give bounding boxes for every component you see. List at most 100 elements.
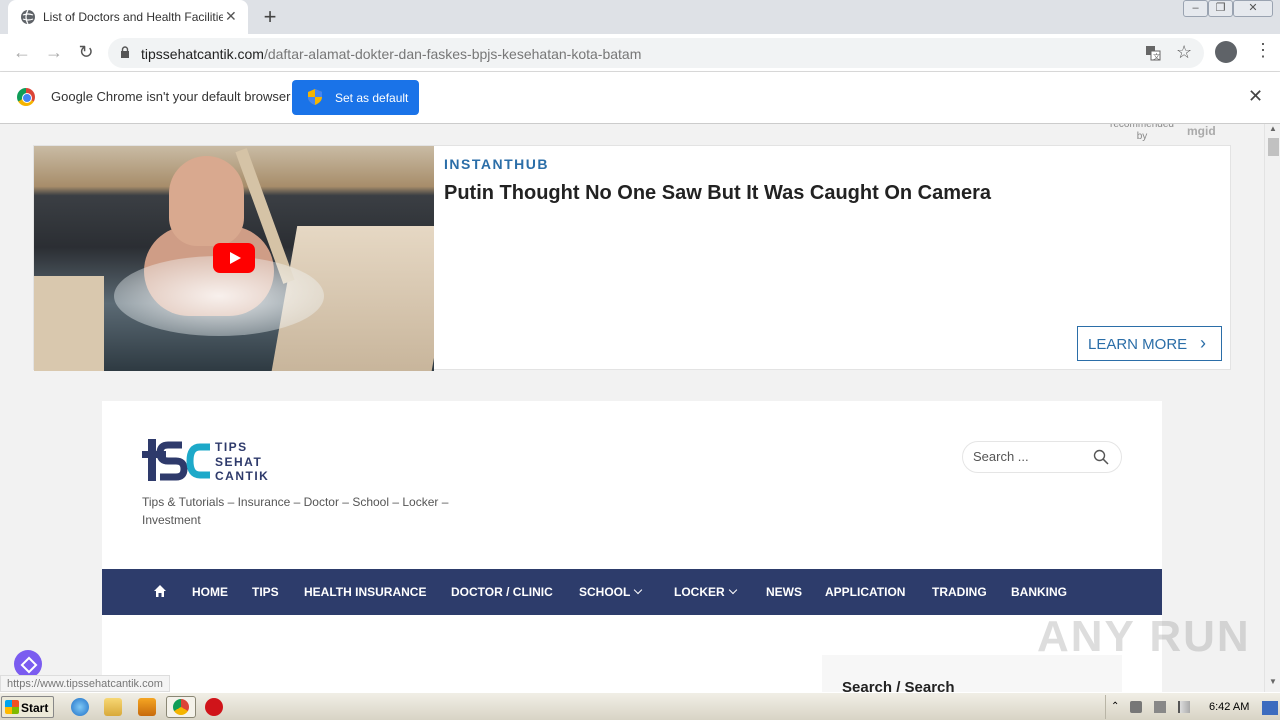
svg-text:文: 文 (1153, 52, 1160, 61)
nav-item-health-insurance[interactable]: HEALTH INSURANCE (304, 585, 426, 599)
globe-icon (21, 9, 35, 25)
learn-more-label: LEARN MORE (1088, 336, 1188, 353)
address-bar[interactable]: tipssehatcantik.com/daftar-alamat-dokter… (108, 38, 1204, 68)
nav-item-doctor-clinic[interactable]: DOCTOR / CLINIC (451, 585, 553, 599)
clock[interactable]: 6:42 AM (1209, 701, 1249, 713)
start-button[interactable]: Start (1, 696, 54, 718)
nav-item-banking[interactable]: BANKING (1011, 585, 1067, 599)
scroll-up-icon[interactable]: ▲ (1269, 124, 1277, 133)
nav-label: BANKING (1011, 585, 1067, 599)
nav-label: NEWS (766, 585, 802, 599)
main-navigation: HOME TIPS HEALTH INSURANCE DOCTOR / CLIN… (102, 569, 1162, 615)
chrome-taskbar-button[interactable] (166, 696, 196, 718)
ad-source: INSTANTHUB (444, 156, 549, 172)
scroll-down-icon[interactable]: ▼ (1269, 677, 1277, 686)
logo-word: CANTIK (215, 469, 270, 483)
tray-expand-icon[interactable]: ⌃ (1111, 701, 1123, 713)
home-icon[interactable] (153, 584, 167, 598)
media-player-icon[interactable] (138, 698, 156, 716)
nav-item-news[interactable]: NEWS (766, 585, 802, 599)
site-logo[interactable]: TIPS SEHAT CANTIK (142, 439, 282, 485)
search-icon[interactable] (1093, 449, 1109, 465)
network-icon[interactable] (1154, 701, 1166, 713)
tab-strip: List of Doctors and Health Facilities BP… (0, 0, 1280, 34)
nav-label: SCHOOL (579, 585, 631, 599)
shield-icon (308, 89, 322, 105)
logo-word: SEHAT (215, 454, 263, 469)
scroll-thumb[interactable] (1268, 138, 1279, 156)
learn-more-button[interactable]: LEARN MORE › (1077, 326, 1222, 361)
nav-item-application[interactable]: APPLICATION (825, 585, 905, 599)
nav-label: DOCTOR / CLINIC (451, 585, 553, 599)
nav-label: TIPS (252, 585, 279, 599)
bookmark-star-icon[interactable]: ☆ (1176, 42, 1192, 63)
close-window-button[interactable]: ✕ (1233, 0, 1273, 17)
logo-word: TIPS (215, 440, 248, 454)
nav-label: HEALTH INSURANCE (304, 585, 427, 599)
menu-icon[interactable]: ⋮ (1254, 40, 1272, 61)
translate-icon[interactable]: 文 (1145, 45, 1161, 61)
nav-label: TRADING (932, 585, 987, 599)
nav-label: APPLICATION (825, 585, 906, 599)
tsc-logo-icon (142, 439, 210, 481)
reload-icon[interactable]: ↻ (76, 42, 96, 63)
chevron-right-icon: › (1200, 333, 1206, 353)
ad-headline[interactable]: Putin Thought No One Saw But It Was Caug… (444, 182, 991, 205)
system-tray: ⌃ 6:42 AM (1105, 695, 1280, 719)
file-explorer-icon[interactable] (104, 698, 122, 716)
ad-image-head (169, 156, 244, 246)
chrome-icon (173, 699, 189, 715)
url-text: tipssehatcantik.com/daftar-alamat-dokter… (141, 46, 642, 62)
nav-item-trading[interactable]: TRADING (932, 585, 987, 599)
page-scrollbar[interactable]: ▲ ▼ (1264, 124, 1280, 692)
search-input[interactable] (973, 449, 1083, 464)
forward-icon[interactable]: → (44, 42, 64, 63)
volume-icon[interactable] (1130, 701, 1142, 713)
security-app-icon[interactable] (205, 698, 223, 716)
nav-item-home[interactable]: HOME (192, 585, 228, 599)
ad-image-deck (34, 276, 104, 371)
status-bar-url: https://www.tipssehatcantik.com (0, 675, 170, 692)
chat-bubble-icon[interactable] (14, 650, 42, 678)
back-icon[interactable]: ← (12, 42, 32, 63)
tab-title: List of Doctors and Health Facilities BP… (43, 10, 223, 24)
nav-label: HOME (192, 585, 228, 599)
chrome-logo-icon (17, 88, 35, 106)
minimize-button[interactable]: – (1183, 0, 1208, 17)
default-browser-infobar: Google Chrome isn't your default browser… (0, 72, 1280, 124)
account-icon[interactable] (1215, 41, 1237, 63)
new-tab-button[interactable]: + (259, 4, 281, 30)
site-search (962, 441, 1122, 473)
ad-network-logo[interactable]: mgid (1187, 124, 1216, 138)
play-icon[interactable] (213, 243, 255, 273)
infobar-close-icon[interactable]: ✕ (1248, 86, 1263, 107)
lock-icon (121, 46, 129, 58)
start-label: Start (21, 701, 49, 715)
anyrun-watermark: ANY RUN (1037, 612, 1251, 661)
nav-item-tips[interactable]: TIPS (252, 585, 279, 599)
sidebar-heading: Search / Search (842, 679, 955, 692)
chevron-down-icon (634, 585, 643, 595)
windows-logo-icon (5, 700, 19, 714)
show-desktop-icon[interactable] (1262, 701, 1278, 715)
page-viewport: recommended by mgid INSTANTHUB Putin Tho… (0, 124, 1264, 692)
browser-toolbar: ← → ↻ tipssehatcantik.com/daftar-alamat-… (0, 34, 1280, 72)
internet-explorer-icon[interactable] (71, 698, 89, 716)
set-as-default-label: Set as default (335, 91, 409, 105)
nav-item-school[interactable]: SCHOOL (579, 585, 643, 599)
ad-recommended-by: recommended by (1110, 124, 1174, 142)
windows-taskbar: Start ⌃ 6:42 AM (0, 692, 1280, 720)
infobar-message: Google Chrome isn't your default browser (51, 89, 291, 104)
chevron-down-icon (728, 585, 737, 595)
set-as-default-button[interactable]: Set as default (292, 80, 419, 115)
ad-image[interactable] (34, 146, 434, 371)
maximize-button[interactable]: ❐ (1208, 0, 1233, 17)
nav-item-locker[interactable]: LOCKER (674, 585, 737, 599)
browser-tab[interactable]: List of Doctors and Health Facilities BP… (8, 0, 248, 34)
nav-label: LOCKER (674, 585, 725, 599)
tab-close-icon[interactable]: ✕ (225, 8, 237, 25)
logo-text: TIPS SEHAT CANTIK (215, 440, 269, 484)
action-center-flag-icon[interactable] (1178, 701, 1190, 713)
sponsored-ad[interactable]: INSTANTHUB Putin Thought No One Saw But … (33, 145, 1231, 371)
site-header: TIPS SEHAT CANTIK Tips & Tutorials – Ins… (102, 401, 1162, 692)
